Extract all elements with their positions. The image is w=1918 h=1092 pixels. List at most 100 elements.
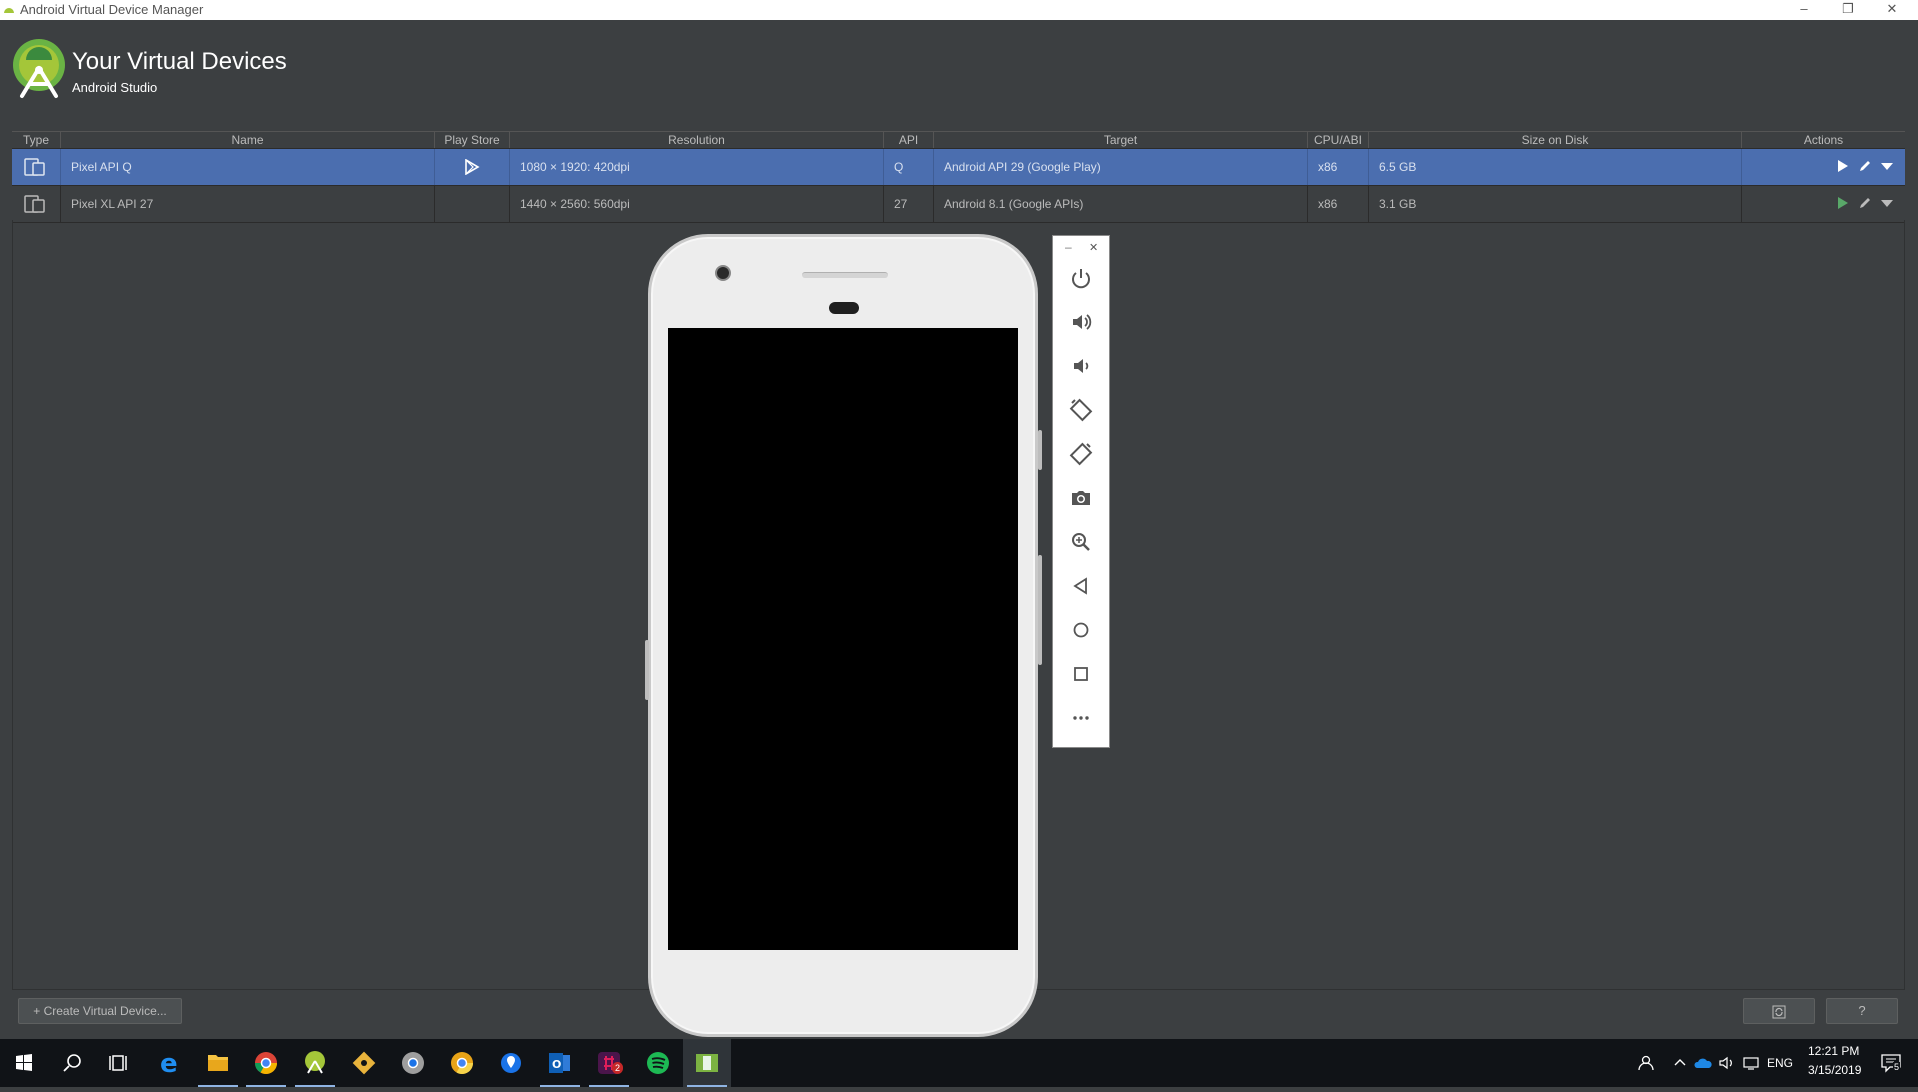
column-header-cpu-abi[interactable]: CPU/ABI [1308,132,1369,148]
camera-icon[interactable] [1066,483,1096,513]
chevron-up-icon[interactable] [1673,1056,1687,1070]
refresh-button[interactable] [1743,998,1815,1024]
emulator-minimize-button[interactable]: – [1065,240,1072,254]
taskbar-spotify[interactable] [634,1039,682,1087]
minimize-button[interactable]: – [1782,0,1826,20]
column-header-size-on-disk[interactable]: Size on Disk [1369,132,1742,148]
taskbar-file-explorer[interactable] [194,1039,242,1087]
spotify-icon [647,1052,669,1074]
launch-play-icon[interactable] [1835,159,1849,173]
chrome-icon [255,1052,277,1074]
front-camera [715,265,731,281]
play-store-cell [435,186,510,222]
taskbar-outlook[interactable]: O [536,1039,584,1087]
volume-icon[interactable] [1718,1055,1736,1071]
taskbar-maps[interactable] [487,1039,535,1087]
resolution-cell: 1440 × 2560: 560dpi [510,186,884,222]
home-icon[interactable] [1066,615,1096,645]
android-studio-app-icon [4,8,14,13]
play-store-icon [465,159,480,175]
clock-date[interactable]: 3/15/2019 [1808,1063,1861,1077]
zoom-icon[interactable] [1066,527,1096,557]
clock-time[interactable]: 12:21 PM [1808,1044,1859,1058]
network-icon[interactable] [1742,1055,1760,1071]
taskbar-chrome-canary[interactable] [438,1039,486,1087]
close-button[interactable]: ✕ [1870,0,1914,20]
device-table: Type Name Play Store Resolution API Targ… [12,131,1905,223]
android-studio-logo-icon [13,39,65,98]
notification-count: 5 [1893,1062,1901,1072]
outlook-icon: O [549,1053,570,1073]
target-cell: Android 8.1 (Google APIs) [934,186,1308,222]
play-store-cell [435,149,510,185]
proximity-sensor [829,302,859,314]
taskbar-edge[interactable]: e [145,1039,193,1087]
emulator-toolbar: – ✕ [1052,235,1110,748]
window-title-bar: Android Virtual Device Manager – ❐ ✕ [0,0,1918,20]
file-explorer-icon [208,1055,228,1071]
taskbar-emulator[interactable] [683,1039,731,1087]
column-header-type[interactable]: Type [12,132,61,148]
device-name: Pixel API Q [61,149,435,185]
resolution-cell: 1080 × 1920: 420dpi [510,149,884,185]
volume-up-icon[interactable] [1066,307,1096,337]
rotate-left-icon[interactable] [1066,395,1096,425]
volume-down-icon[interactable] [1066,351,1096,381]
actions-cell [1742,149,1905,185]
column-header-target[interactable]: Target [934,132,1308,148]
help-button[interactable]: ? [1826,998,1898,1024]
emulator-screen[interactable] [668,328,1018,950]
taskbar-git[interactable] [340,1039,388,1087]
phone-tablet-icon [24,158,45,176]
power-icon[interactable] [1066,263,1096,293]
emulator-icon [696,1054,718,1072]
rotate-right-icon[interactable] [1066,439,1096,469]
launch-play-icon[interactable] [1835,196,1849,210]
chrome-canary-icon [451,1052,473,1074]
header: Your Virtual Devices Android Studio [0,20,1918,124]
edit-pencil-icon[interactable] [1858,159,1872,173]
column-header-name[interactable]: Name [61,132,435,148]
more-actions-dropdown-icon[interactable] [1880,199,1894,209]
emulator-close-button[interactable]: ✕ [1089,241,1098,254]
phone-tablet-icon [24,195,45,213]
taskbar-chrome[interactable] [242,1039,290,1087]
column-header-resolution[interactable]: Resolution [510,132,884,148]
slack-icon [598,1052,620,1074]
search-button[interactable] [48,1039,96,1087]
type-cell [12,149,61,185]
table-row[interactable]: Pixel XL API 27 1440 × 2560: 560dpi 27 A… [12,186,1905,223]
cpu-abi-cell: x86 [1308,149,1369,185]
column-header-actions[interactable]: Actions [1742,132,1905,148]
column-header-api[interactable]: API [884,132,934,148]
language-indicator[interactable]: ENG [1767,1056,1793,1070]
emulator-toolbar-header: – ✕ [1053,240,1109,256]
more-actions-dropdown-icon[interactable] [1880,162,1894,172]
table-row[interactable]: Pixel API Q 1080 × 1920: 420dpi Q Androi… [12,149,1905,186]
slack-badge: 2 [612,1062,624,1074]
taskbar-slack[interactable]: 2 [585,1039,633,1087]
restore-button[interactable]: ❐ [1826,0,1870,20]
start-icon [16,1054,32,1071]
actions-cell [1742,186,1905,222]
taskbar-android-studio[interactable] [291,1039,339,1087]
people-icon[interactable] [1636,1053,1656,1073]
column-header-play-store[interactable]: Play Store [435,132,510,148]
refresh-icon [1772,1005,1786,1019]
taskbar-chrome-dev[interactable] [389,1039,437,1087]
page-title: Your Virtual Devices [72,48,287,75]
android-studio-icon [305,1051,325,1074]
svg-text:e: e [160,1049,178,1079]
overview-icon[interactable] [1066,659,1096,689]
back-icon[interactable] [1066,571,1096,601]
phone-left-side-button [645,640,649,700]
more-icon[interactable] [1066,703,1096,733]
start-button[interactable] [0,1039,48,1087]
edit-pencil-icon[interactable] [1858,196,1872,210]
emulator-phone-frame [648,234,1038,1037]
onedrive-icon[interactable] [1693,1056,1713,1070]
task-view-button[interactable] [96,1039,144,1087]
window-title: Android Virtual Device Manager [20,2,204,17]
size-on-disk-cell: 6.5 GB [1369,149,1742,185]
create-virtual-device-button[interactable]: + Create Virtual Device... [18,998,182,1024]
